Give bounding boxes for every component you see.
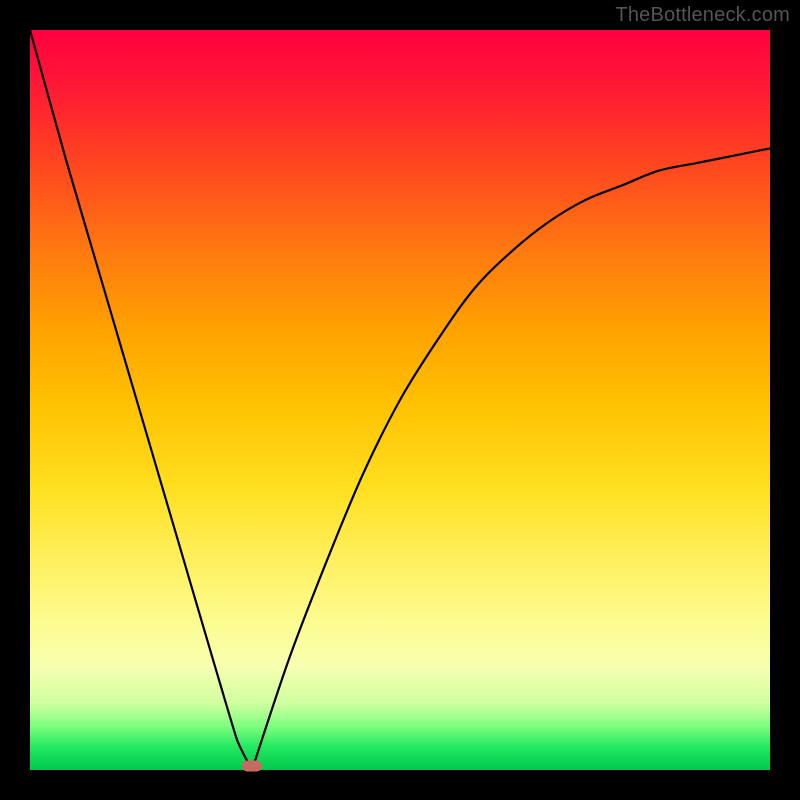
watermark-text: TheBottleneck.com bbox=[615, 4, 790, 27]
optimum-marker bbox=[242, 761, 262, 772]
bottleneck-curve bbox=[30, 30, 770, 770]
